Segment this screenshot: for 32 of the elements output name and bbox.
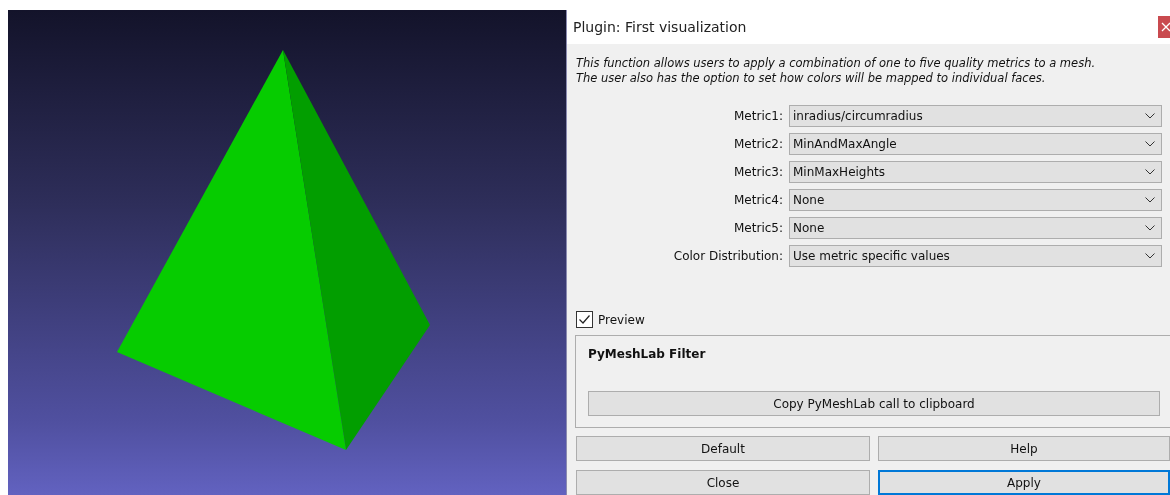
dialog-button[interactable]: Default <box>576 436 870 461</box>
description-text: The user also has the option to set how colors will be mapped to individual faces. <box>576 71 1047 87</box>
chevron-down-icon <box>1145 169 1155 176</box>
dialog-button[interactable]: Help <box>878 436 1170 461</box>
dropdown[interactable]: MinAndMaxAngle <box>789 133 1162 156</box>
dialog-button[interactable]: Close <box>576 470 870 495</box>
dropdown[interactable]: None <box>789 217 1162 240</box>
chevron-down-icon <box>1145 113 1155 120</box>
close-icon[interactable] <box>1158 16 1170 39</box>
chevron-down-icon <box>1145 253 1155 260</box>
checkmark-icon <box>579 315 590 325</box>
field-label: Metric1: <box>733 109 783 124</box>
field-label: Color Distribution: <box>672 249 783 264</box>
dropdown[interactable]: None <box>789 189 1162 212</box>
preview-label: Preview <box>598 312 645 327</box>
field-label: Metric3: <box>733 165 783 180</box>
description-text: This function allows users to apply a combination of one to five quality metrics to a mesh. <box>576 56 1097 72</box>
viewport[interactable] <box>8 10 566 495</box>
chevron-down-icon <box>1145 225 1155 232</box>
field-label: Metric4: <box>733 193 783 208</box>
field-label: Metric5: <box>733 221 783 236</box>
dropdown[interactable]: MinMaxHeights <box>789 161 1162 184</box>
dropdown[interactable]: inradius/circumradius <box>789 105 1162 128</box>
field-label: Metric2: <box>733 137 783 152</box>
chevron-down-icon <box>1145 141 1155 148</box>
preview-checkbox[interactable] <box>576 311 593 329</box>
copy-button[interactable]: Copy PyMeshLab call to clipboard <box>588 391 1160 417</box>
dialog-title: Plugin: First visualization <box>573 19 747 36</box>
group-title: PyMeshLab Filter <box>588 347 707 362</box>
chevron-down-icon <box>1145 197 1155 204</box>
dropdown[interactable]: Use metric specific values <box>789 245 1162 268</box>
dialog-button[interactable]: Apply <box>878 470 1170 495</box>
